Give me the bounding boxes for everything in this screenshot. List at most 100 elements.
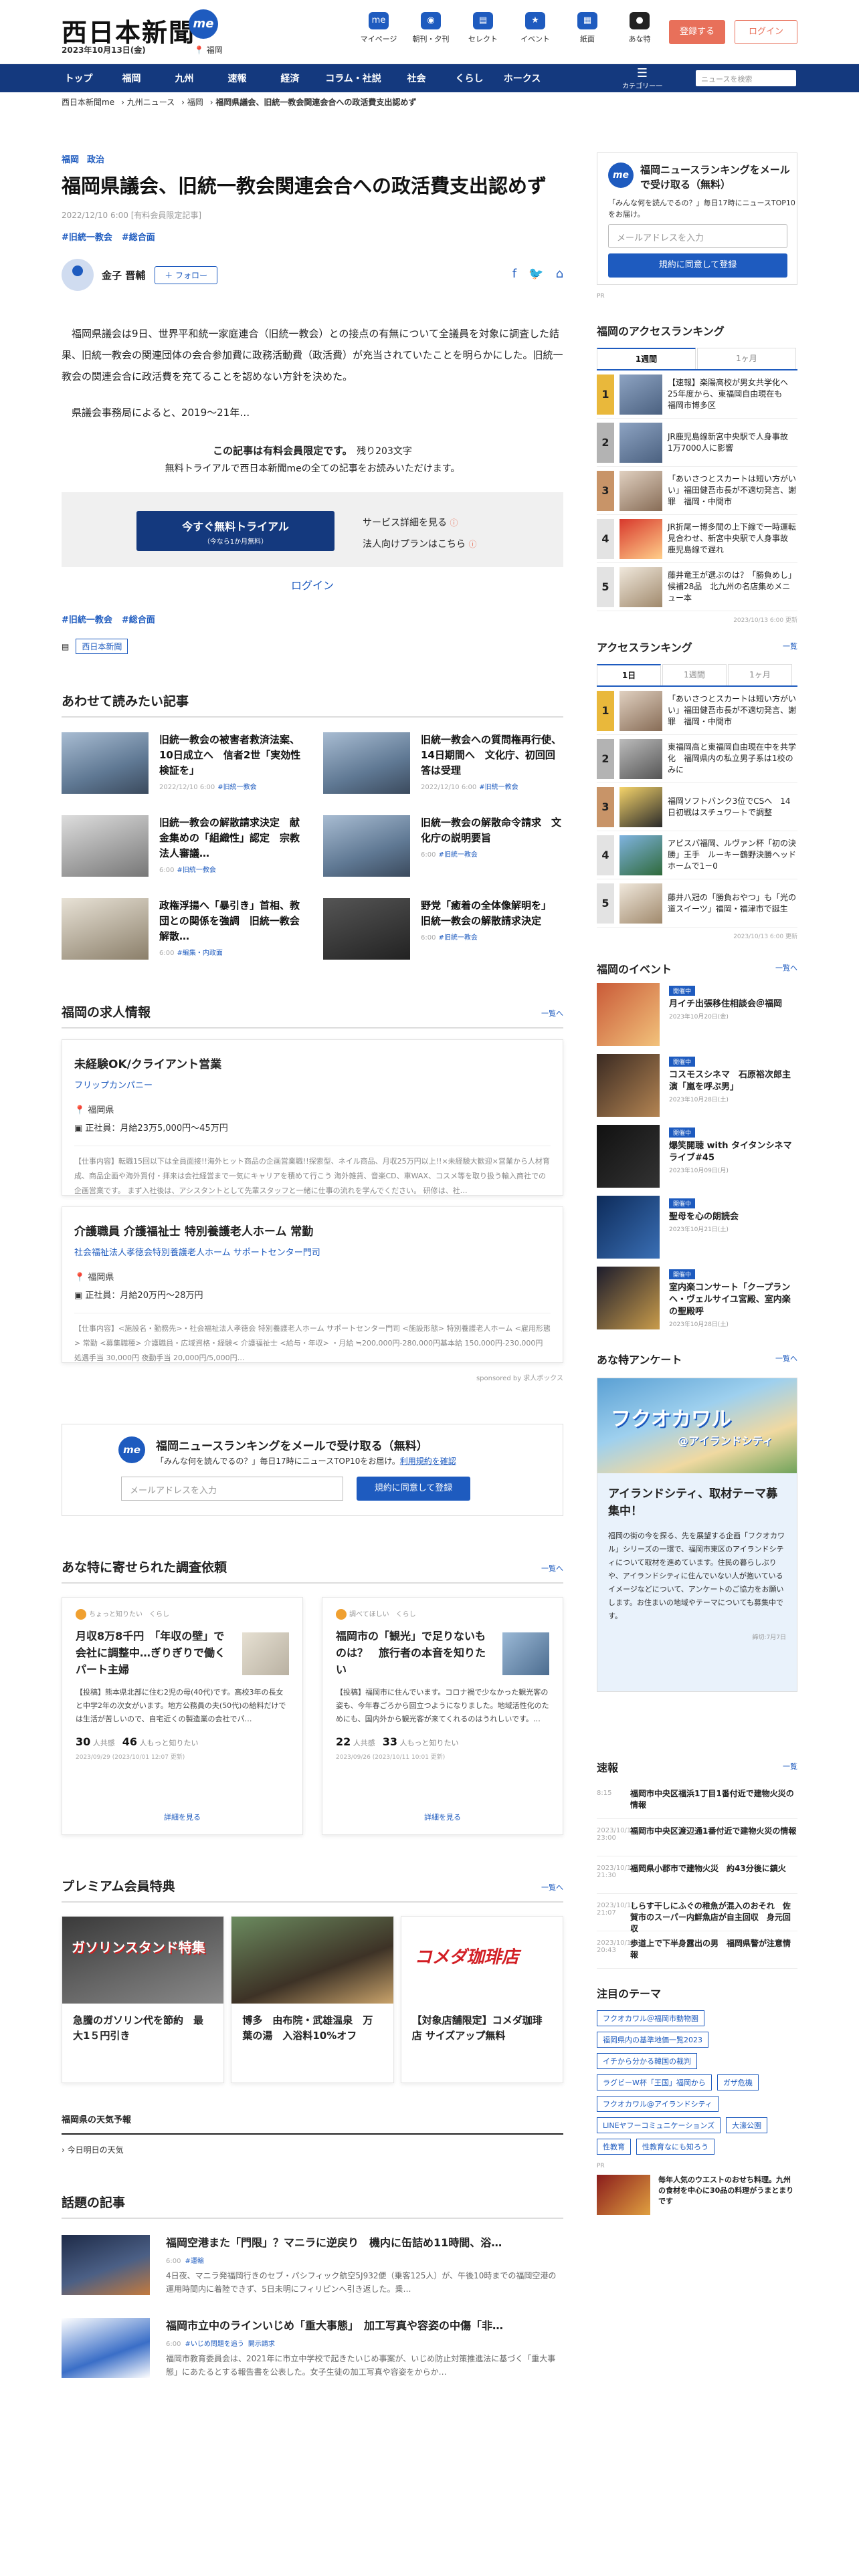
ranking-item[interactable]: 5 藤井竜王が選ぶのは？「勝負めし」候補28品 北九州の名店集めメニュー本 [597,563,797,611]
speed-item[interactable]: 8:15 福岡市中央区福浜1丁目1番付近で建物火災の情報 [597,1782,797,1819]
breadcrumb-item[interactable]: 九州ニュース [127,98,175,107]
tag-link[interactable]: #旧統一教会 [62,233,112,243]
theme-tag[interactable]: 福岡県内の基準地価一覧2023 [597,2032,708,2048]
topic-tag[interactable]: 開示請求 [248,2341,275,2348]
theme-tag[interactable]: 大濠公園 [726,2117,768,2133]
theme-tag[interactable]: 性教育なにも知ろう [636,2139,714,2155]
ranking-item[interactable]: 2 JR鹿児島線新宮中央駅で人身事故 1万7000人に影響 [597,419,797,467]
newspaper-link[interactable]: ◉ 朝刊・夕刊 [410,12,452,44]
theme-tag[interactable]: イチから分かる韓国の裁判 [597,2053,697,2069]
me-logo-icon[interactable]: me [189,9,218,39]
theme-tag[interactable]: 性教育 [597,2139,631,2155]
event-item[interactable]: 開催中 コスモスシネマ 石原裕次郎主演「嵐を呼ぶ男」 2023年10月28日(土) [597,1054,797,1118]
category-menu-button[interactable]: ☰ カテゴリー一覧 [622,67,662,101]
ranking-item[interactable]: 1 【速報】楽陽高校が男女共学化へ 25年度から、東福岡自由現在も 福岡市博多区 [597,370,797,419]
ranking-item[interactable]: 3 「あいさつとスカートは短い方がいい」福田健吾市長が不適切発言、謝罪 福岡・中間… [597,467,797,515]
nav-item-breaking[interactable]: 速報 [211,72,264,85]
nav-item-column[interactable]: コラム・社説 [316,72,390,85]
ranking-item[interactable]: 1 「あいさつとスカートは短い方がいい」福田健吾市長が不適切発言、謝罪 福岡・中間… [597,687,797,735]
theme-tag[interactable]: フクオカワル@アイランドシティ [597,2096,719,2112]
survey-detail-link[interactable]: 詳細を見る [62,1812,302,1822]
related-tag[interactable]: #旧統一教会 [479,784,518,791]
theme-tag[interactable]: フクオカワル＠福岡市動物園 [597,2010,704,2026]
corp-plan-link[interactable]: 法人向けプランはこちら ⓘ [363,534,476,555]
survey-card[interactable]: ちょっと知りたい くらし 月収8万8千円 「年収の壁」で会社に調整中…ぎりぎりで… [62,1597,303,1835]
tab-month[interactable]: 1ヶ月 [697,348,796,369]
event-item[interactable]: 開催中 爆笑開聴 with タイタンシネマライブ#45 2023年10月09日(月) [597,1125,797,1189]
free-trial-button[interactable]: 今すぐ無料トライアル （今なら1か月無料） [136,511,335,551]
related-tag[interactable]: #旧統一教会 [177,867,215,874]
related-item[interactable]: 旧統一教会への質問権再行使、14日期間へ 文化庁、初回回答は受理 2022/12/… [323,732,563,796]
tab-day[interactable]: 1日 [597,664,661,685]
topic-tag[interactable]: #いじめ問題を追う [185,2341,244,2348]
email-field[interactable]: メールアドレスを入力 [121,1477,343,1501]
premium-item[interactable]: ガソリンスタンド特集 急騰のガソリン代を節約 最大1５円引き [62,1916,225,2083]
job-card[interactable]: 介護職員 介護福祉士 特別養護老人ホーム 常勤 社会福祉法人孝徳会特別養護老人ホ… [62,1206,563,1363]
service-detail-link[interactable]: サービス詳細を見る ⓘ [363,512,476,534]
surveys-more-link[interactable]: 一覧へ [541,1563,563,1574]
premium-more-link[interactable]: 一覧へ [541,1882,563,1893]
tab-week[interactable]: 1週間 [662,664,727,685]
related-tag[interactable]: #旧統一教会 [438,934,477,942]
tag-link[interactable]: #総合面 [122,615,155,625]
related-item[interactable]: 旧統一教会の被害者救済法案、10日成立へ 信者2世「実効性検証を」 2022/12… [62,732,302,796]
terms-link[interactable]: 利用規約を確認 [400,1457,456,1466]
ranking-item[interactable]: 2 東福岡高と東福岡自由現在中を共学化 福岡県内の私立男子系は1校のみに [597,735,797,783]
tag-link[interactable]: #総合面 [122,233,155,243]
jobs-more-link[interactable]: 一覧へ [541,1008,563,1018]
speed-item[interactable]: 2023/10/12 20:43 歩道上で下半身露出の男 福岡県警が注意情報 [597,1931,797,1969]
premium-item[interactable]: 博多 由布院・武雄温泉 万葉の湯 入浴料10%オフ [231,1916,394,2083]
tag-link[interactable]: #旧統一教会 [62,615,112,625]
theme-tag[interactable]: LINEヤフーコミュニケーションズ [597,2117,721,2133]
tab-week[interactable]: 1週間 [597,348,696,369]
ranking-item[interactable]: 4 アビスパ福岡、ルヴァン杯「初の決勝」王手 ルーキー鶴野決勝ヘッド ホームで1－… [597,831,804,879]
facebook-icon[interactable]: f [512,267,516,281]
paper-link[interactable]: ▦ 紙面 [567,12,608,44]
nav-item-society[interactable]: 社会 [390,72,443,85]
login-link[interactable]: ログイン [62,576,563,593]
nav-item-top[interactable]: トップ [52,72,105,85]
category-link[interactable]: 福岡 [62,155,79,165]
related-item[interactable]: 旧統一教会の解散請求決定 献金集めの「組織性」認定 宗教法人審議… 6:00 #旧統… [62,815,302,879]
nav-item-fukuoka[interactable]: 福岡 [105,72,158,85]
event-item[interactable]: 開催中 月イチ出張移住相談会＠福岡 2023年10月20日(金) [597,983,797,1047]
event-item[interactable]: 開催中 聖母を心の朗読会 2023年10月21日(土) [597,1196,797,1260]
category-link[interactable]: 政治 [87,155,104,165]
premium-item[interactable]: コメダ珈琲店 【対象店舗限定】コメダ珈琲店 サイズアップ無料 [400,1916,563,2083]
speed-item[interactable]: 2023/10/12 23:00 福岡市中央区渡辺通1番付近で建物火災の情報 [597,1819,797,1856]
theme-tag[interactable]: ガザ危機 [717,2074,759,2090]
job-card[interactable]: 未経験OK/クライアント営業 フリップカンパニー 📍 福岡県 ▣ 正社員：月給2… [62,1039,563,1196]
site-logo[interactable]: 西日本新聞 [62,12,195,49]
mypage-link[interactable]: me マイページ [358,12,399,44]
author-name[interactable]: 金子 晋輔 [102,268,145,282]
ranking-item[interactable]: 3 福岡ソフトバンク3位でCSへ 14日初戦はスチュワートで調整 [597,783,797,831]
speed-more-link[interactable]: 一覧 [783,1761,797,1772]
survey-card[interactable]: 調べてほしい くらし 福岡市の「観光」で足りないものは？ 旅行者の本音を知りたい… [322,1597,563,1835]
login-button[interactable]: ログイン [735,20,797,44]
breadcrumb-item[interactable]: 福岡 [187,98,203,107]
select-link[interactable]: ▤ セレクト [462,12,504,44]
rank-more-link[interactable]: 一覧 [783,641,797,651]
speed-item[interactable]: 2023/10/12 21:30 福岡県小郡市で建物火災 約43分後に鎮火 [597,1856,797,1894]
survey-detail-link[interactable]: 詳細を見る [322,1812,563,1822]
register-button[interactable]: 登録する [669,20,725,44]
ranking-item[interactable]: 5 藤井八冠の「勝負おやつ」も「光の道スイーツ」福岡・福津市で誕生 [597,879,797,928]
events-more-link[interactable]: 一覧へ [775,962,797,973]
subscribe-button[interactable]: 規約に同意して登録 [357,1477,470,1501]
event-item[interactable]: 開催中 室内楽コンサート「クープランヘ・ヴェルサイユ宮殿、室内楽の聖殿呼 2023年… [597,1267,797,1331]
header-region[interactable]: 📍 福岡 [194,44,223,56]
anatoku-link[interactable]: ● あな特 [619,12,660,44]
sidebar-email-field[interactable]: メールアドレスを入力 [608,224,787,248]
related-item[interactable]: 野党「癒着の全体像解明を」 旧統一教会の解散請求決定 6:00 #旧統一教会 [323,898,563,962]
follow-button[interactable]: ＋ フォロー [155,265,218,284]
ranking-item[interactable]: 4 JR折尾ー博多間の上下線で一時運転見合わせ、新宮中央駅で人身事故 鹿児島線で遅… [597,515,797,563]
pr-item[interactable]: 毎年人気のウエストのおせち料理。九州の食材を中心に30品の料理がうまとまりです [597,2175,797,2215]
source-badge[interactable]: 西日本新聞 [76,639,128,654]
related-tag[interactable]: #編集・内政面 [177,950,222,957]
nav-item-life[interactable]: くらし [443,72,496,85]
theme-tag[interactable]: ラグビーW杯「王国」福岡から [597,2074,712,2090]
nav-item-hawks[interactable]: ホークス [496,72,549,85]
sponsor-label[interactable]: sponsored by 求人ボックス [62,1372,563,1382]
event-link[interactable]: ★ イベント [514,12,556,44]
tab-month[interactable]: 1ヶ月 [728,664,792,685]
